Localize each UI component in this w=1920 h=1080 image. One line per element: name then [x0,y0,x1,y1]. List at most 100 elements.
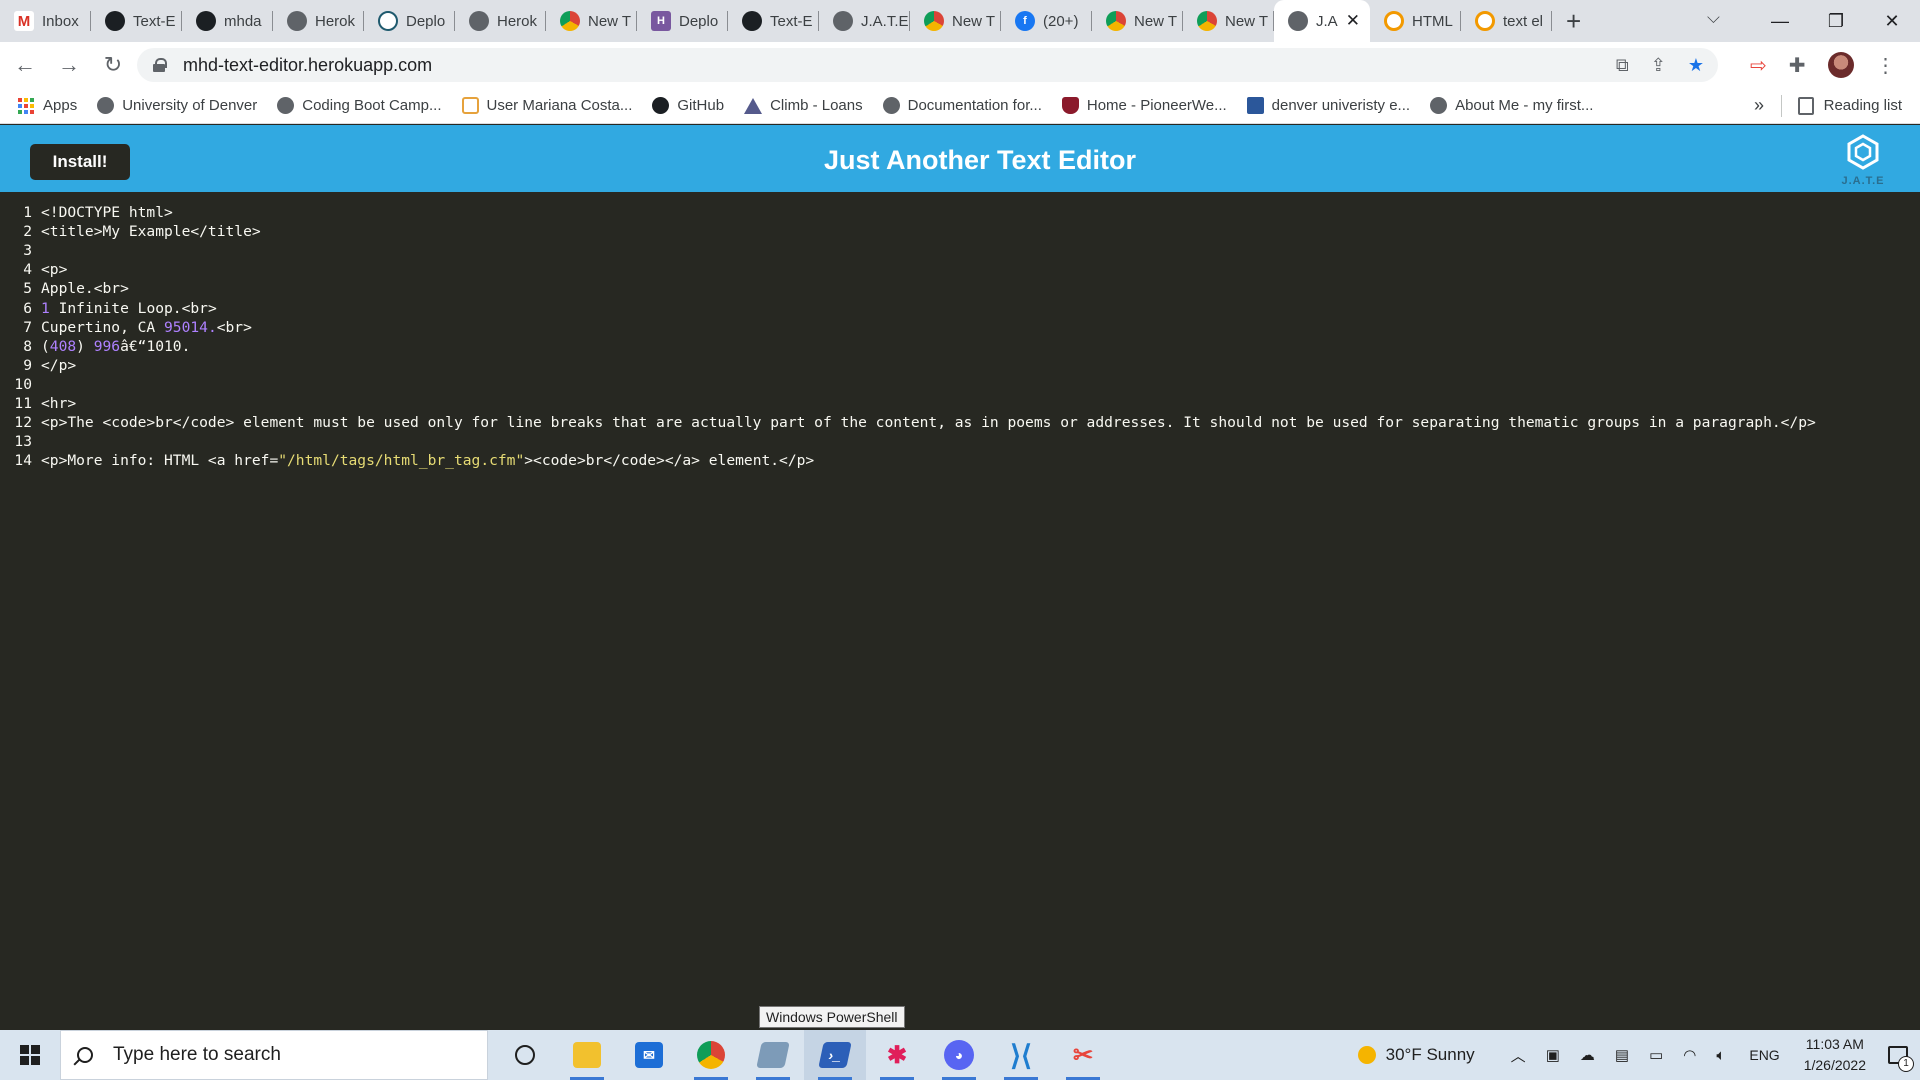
address-bar[interactable]: mhd-text-editor.herokuapp.com ⧉ ⇪ ★ [137,48,1718,82]
editor-line: 10 [0,375,32,394]
url-text[interactable]: mhd-text-editor.herokuapp.com [183,55,432,76]
bookmark-item[interactable]: About Me - my first... [1430,97,1593,114]
browser-tab[interactable]: f (20+) [1001,0,1092,42]
bookmark-item[interactable]: Coding Boot Camp... [277,97,442,114]
browser-tab[interactable]: Text-E [728,0,819,42]
globe-icon [882,97,900,114]
tab-label: Deplo [679,12,719,30]
bookmark-star-icon[interactable]: ★ [1688,55,1704,76]
taskbar-app[interactable] [742,1030,804,1080]
browser-tab[interactable]: H Deplo [637,0,728,42]
puzzle-extensions-icon[interactable]: ✚ [1789,53,1806,78]
code-token: <p>The <code>br</code> element must be u… [41,414,1816,432]
forward-arrow-icon[interactable]: → [50,52,88,78]
code-token: Cupertino, CA [41,318,165,336]
browser-tab[interactable]: Herok [455,0,546,42]
browser-tab[interactable]: HTML [1370,0,1461,42]
extension-icon[interactable]: ⇨ [1750,53,1767,78]
display-icon[interactable]: ▤ [1615,1046,1629,1064]
tab-list: M Inbox Text-E mhda Herok Deplo Herok New T H Dep… [0,0,1552,42]
browser-tab[interactable]: New T [1183,0,1274,42]
action-center-button[interactable]: 1 [1876,1030,1920,1080]
browser-tab[interactable]: New T [910,0,1001,42]
open-in-app-icon[interactable]: ⧉ [1616,55,1629,76]
line-code: <p> [41,260,67,279]
lock-icon[interactable] [153,58,167,72]
close-window-button[interactable]: ✕ [1864,11,1920,32]
start-button[interactable] [6,1030,54,1080]
new-tab-button[interactable]: + [1566,6,1581,37]
pioneer-shield-icon [1061,97,1079,114]
bookmark-item[interactable]: User Mariana Costa... [461,97,632,114]
facebook-icon: f [1015,11,1035,31]
bookmark-item[interactable]: Climb - Loans [744,97,863,114]
maximize-button[interactable]: ❐ [1808,11,1864,32]
chrome-icon [1197,11,1217,31]
kebab-menu-icon[interactable]: ⋮ [1876,53,1896,78]
browser-tab[interactable]: New T [1092,0,1183,42]
logo-label: J.A.T.E [1841,175,1885,187]
browser-tab[interactable]: J.A.T.E [819,0,910,42]
wifi-icon[interactable]: ◠ [1683,1046,1696,1064]
taskbar-search-box[interactable]: Type here to search [60,1030,488,1080]
tab-search-chevron-icon[interactable]: ⌵ [1707,8,1720,28]
weather-text[interactable]: 30°F Sunny [1386,1045,1475,1065]
code-token: ) [76,337,94,355]
taskbar-app[interactable] [680,1030,742,1080]
reload-icon[interactable]: ↻ [94,52,132,78]
taskbar-app[interactable]: ✱ [866,1030,928,1080]
clock[interactable]: 11:03 AM 1/26/2022 [1804,1034,1866,1076]
github-icon [105,11,125,31]
tab-label: New T [1134,12,1178,30]
taskbar-app[interactable]: ⟩⟨ [990,1030,1052,1080]
show-hidden-icons-chevron-icon[interactable]: ︿ [1511,1045,1526,1066]
close-tab-icon[interactable]: ✕ [1346,11,1360,31]
browser-tab[interactable]: M Inbox [0,0,91,42]
sun-weather-icon[interactable] [1357,1046,1376,1064]
taskbar-app[interactable] [494,1030,556,1080]
language-indicator[interactable]: ENG [1749,1047,1779,1063]
bookmark-item[interactable]: University of Denver [97,97,257,114]
onedrive-cloud-icon[interactable]: ☁ [1580,1046,1595,1064]
taskbar-app[interactable]: ◕ [928,1030,990,1080]
taskbar-app[interactable]: ✂ [1052,1030,1114,1080]
share-icon[interactable]: ⇪ [1651,55,1666,76]
taskbar-app[interactable]: ✉ [618,1030,680,1080]
code-editor[interactable]: 1 <!DOCTYPE html> 2 <title>My Example</titl… [0,192,1920,1030]
bookmark-item[interactable]: Documentation for... [882,97,1042,114]
taskbar-tooltip: Windows PowerShell [759,1006,905,1028]
tab-label: New T [1225,12,1269,30]
line-number: 4 [23,261,32,279]
editor-line: 2 <title>My Example</title> [0,222,260,241]
profile-avatar[interactable] [1827,52,1854,78]
minimize-button[interactable]: — [1752,11,1808,32]
browser-tab[interactable]: mhda [182,0,273,42]
editor-line: 8 (408) 996â€“1010. [0,337,190,356]
globe-icon [287,11,307,31]
tab-active[interactable]: J.A ✕ [1274,0,1370,42]
battery-icon[interactable]: ▭ [1649,1046,1663,1064]
taskbar-app[interactable]: ›_ [804,1030,866,1080]
bookmark-item[interactable]: Home - PioneerWe... [1061,97,1227,114]
line-number: 8 [23,337,32,355]
chrome-icon [924,11,944,31]
reading-list-button[interactable]: Reading list [1780,94,1902,117]
browser-tab[interactable]: Deplo [364,0,455,42]
taskbar-app[interactable] [556,1030,618,1080]
browser-tab[interactable]: text el [1461,0,1552,42]
browser-tab[interactable]: New T [546,0,637,42]
string-token: "/html/tags/html_br_tag.cfm" [278,452,525,470]
line-number: 5 [23,280,32,298]
editor-line: 11 <hr> [0,394,76,413]
word-icon [1246,97,1264,114]
browser-tab[interactable]: Text-E [91,0,182,42]
volume-icon[interactable]: 🔈︎ [1716,1047,1725,1064]
meet-now-icon[interactable]: ▣ [1546,1046,1560,1064]
bookmark-item[interactable]: GitHub [652,97,724,114]
back-arrow-icon[interactable]: ← [6,52,44,78]
bookmark-item[interactable]: Apps [18,97,77,114]
bookmark-item[interactable]: denver univeristy e... [1246,97,1410,114]
globe-icon [97,97,115,114]
browser-tab[interactable]: Herok [273,0,364,42]
more-bookmarks-button[interactable]: » [1754,95,1764,116]
